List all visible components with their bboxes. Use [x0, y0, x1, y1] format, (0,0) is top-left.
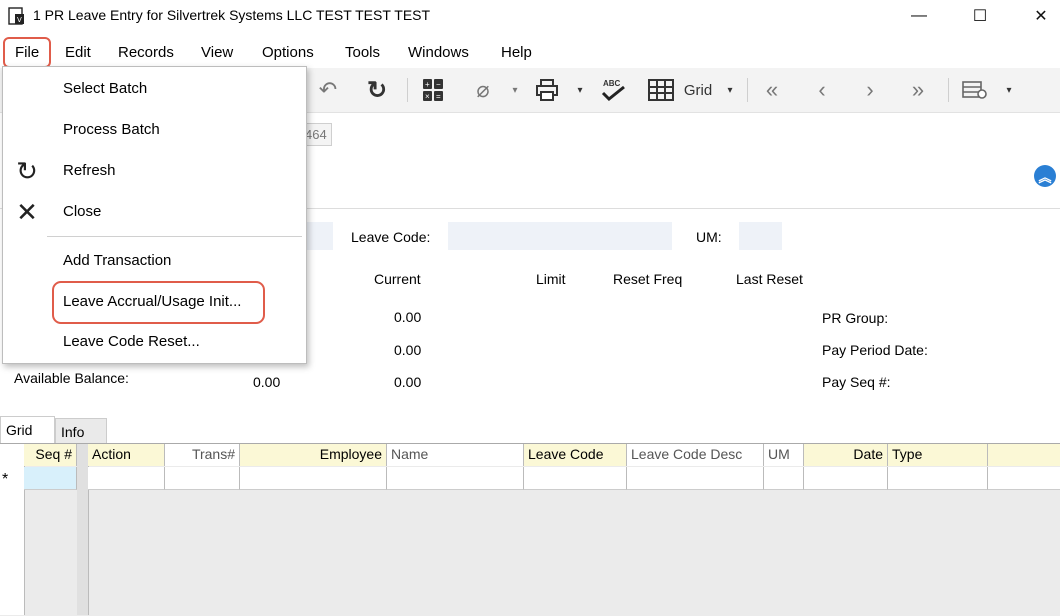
first-record-icon[interactable]: «: [758, 77, 786, 103]
minimize-button[interactable]: —: [896, 0, 942, 32]
tab-grid[interactable]: Grid: [0, 416, 55, 443]
app-icon: V: [8, 7, 24, 25]
previous-record-icon[interactable]: ‹: [808, 77, 836, 103]
svg-text:ABC: ABC: [603, 79, 621, 88]
menu-item-select-batch[interactable]: Select Batch: [63, 80, 147, 97]
grid-cell-extra[interactable]: [988, 467, 1060, 490]
menu-tools[interactable]: Tools: [345, 44, 380, 61]
settings-dropdown-icon[interactable]: ▾: [1002, 77, 1016, 103]
leave-code-field[interactable]: [448, 222, 672, 250]
last-record-icon[interactable]: »: [904, 77, 932, 103]
available-balance-label: Available Balance:: [14, 370, 129, 386]
column-header-trans[interactable]: Trans#: [165, 444, 240, 466]
calculator-icon[interactable]: + − × =: [418, 77, 448, 103]
file-menu-highlight: [3, 37, 51, 68]
svg-text:V: V: [17, 16, 22, 24]
svg-text:=: =: [436, 92, 441, 101]
column-header-date[interactable]: Date: [804, 444, 888, 466]
menu-windows[interactable]: Windows: [408, 44, 469, 61]
menu-view[interactable]: View: [201, 44, 233, 61]
menu-item-close[interactable]: Close: [63, 203, 101, 220]
maximize-button[interactable]: ☐: [957, 0, 1003, 32]
column-header-um[interactable]: UM: [764, 444, 804, 466]
current-value-3: 0.00: [394, 374, 422, 390]
grid-cell-date[interactable]: [804, 467, 888, 490]
limit-column-label: Limit: [536, 271, 566, 287]
pay-period-date-label: Pay Period Date:: [822, 342, 928, 358]
current-column-label: Current: [374, 271, 421, 287]
um-field[interactable]: [739, 222, 782, 250]
print-dropdown-icon[interactable]: ▾: [573, 77, 587, 103]
form-settings-icon[interactable]: [960, 77, 990, 103]
svg-text:×: ×: [425, 92, 430, 101]
print-icon[interactable]: [533, 77, 561, 103]
grid-icon[interactable]: [645, 77, 677, 103]
menu-item-process-batch[interactable]: Process Batch: [63, 121, 160, 138]
employee-field[interactable]: [306, 222, 333, 250]
column-header-type[interactable]: Type: [888, 444, 988, 466]
menu-separator: [47, 236, 302, 237]
last-reset-column-label: Last Reset: [736, 271, 803, 287]
row-selector-column: [0, 444, 25, 615]
grid-cell-um[interactable]: [764, 467, 804, 490]
column-header-leave-code-desc[interactable]: Leave Code Desc: [627, 444, 764, 466]
grid-cell-type[interactable]: [888, 467, 988, 490]
attachment-icon[interactable]: ⌀: [468, 77, 498, 103]
grid-cell-trans[interactable]: [165, 467, 240, 490]
grid-cell-name[interactable]: [387, 467, 524, 490]
close-icon: ✕: [16, 196, 38, 227]
svg-text:+: +: [425, 80, 430, 89]
column-header-action[interactable]: Action: [88, 444, 165, 466]
pr-group-label: PR Group:: [822, 310, 889, 326]
refresh-icon[interactable]: ↻: [362, 77, 392, 104]
column-header-leave-code[interactable]: Leave Code: [524, 444, 627, 466]
pay-seq-label: Pay Seq #:: [822, 374, 891, 390]
grid-cell-action[interactable]: [88, 467, 165, 490]
grid-view-button[interactable]: Grid: [681, 77, 715, 103]
grid-cell-leave-code-desc[interactable]: [627, 467, 764, 490]
close-window-button[interactable]: ✕: [1018, 0, 1060, 32]
column-header-employee[interactable]: Employee: [240, 444, 387, 466]
um-label: UM:: [696, 229, 722, 245]
menu-item-add-transaction[interactable]: Add Transaction: [63, 252, 171, 269]
column-header-extra[interactable]: [988, 444, 1060, 466]
menu-options[interactable]: Options: [262, 44, 314, 61]
grid-cell-leave-code[interactable]: [524, 467, 627, 490]
menu-help[interactable]: Help: [501, 44, 532, 61]
grid-dropdown-icon[interactable]: ▾: [723, 77, 737, 103]
grid-cell-employee[interactable]: [240, 467, 387, 490]
menu-records[interactable]: Records: [118, 44, 174, 61]
menu-item-refresh[interactable]: Refresh: [63, 162, 116, 179]
current-value-1: 0.00: [394, 309, 422, 325]
spellcheck-icon[interactable]: ABC: [597, 77, 631, 103]
refresh-icon: ↻: [16, 155, 38, 186]
menu-edit[interactable]: Edit: [65, 44, 91, 61]
svg-text:−: −: [436, 80, 441, 89]
attachment-dropdown-icon[interactable]: ▾: [509, 77, 521, 103]
tab-info[interactable]: Info: [55, 418, 107, 443]
new-row-marker: *: [2, 471, 9, 488]
grid-cell-seq[interactable]: [24, 467, 77, 490]
window-title: 1 PR Leave Entry for Silvertrek Systems …: [33, 7, 431, 23]
leave-code-label: Leave Code:: [351, 229, 431, 245]
collapse-header-icon[interactable]: ︽: [1034, 165, 1056, 187]
leave-accrual-highlight: [52, 281, 265, 324]
available-balance-value: 0.00: [253, 374, 281, 390]
current-value-2: 0.00: [394, 342, 422, 358]
menu-item-leave-code-reset[interactable]: Leave Code Reset...: [63, 333, 200, 350]
undo-icon[interactable]: ↶: [313, 77, 343, 103]
column-header-name[interactable]: Name: [387, 444, 524, 466]
column-header-seq[interactable]: Seq #: [24, 444, 77, 466]
reset-freq-column-label: Reset Freq: [613, 271, 683, 287]
next-record-icon[interactable]: ›: [856, 77, 884, 103]
